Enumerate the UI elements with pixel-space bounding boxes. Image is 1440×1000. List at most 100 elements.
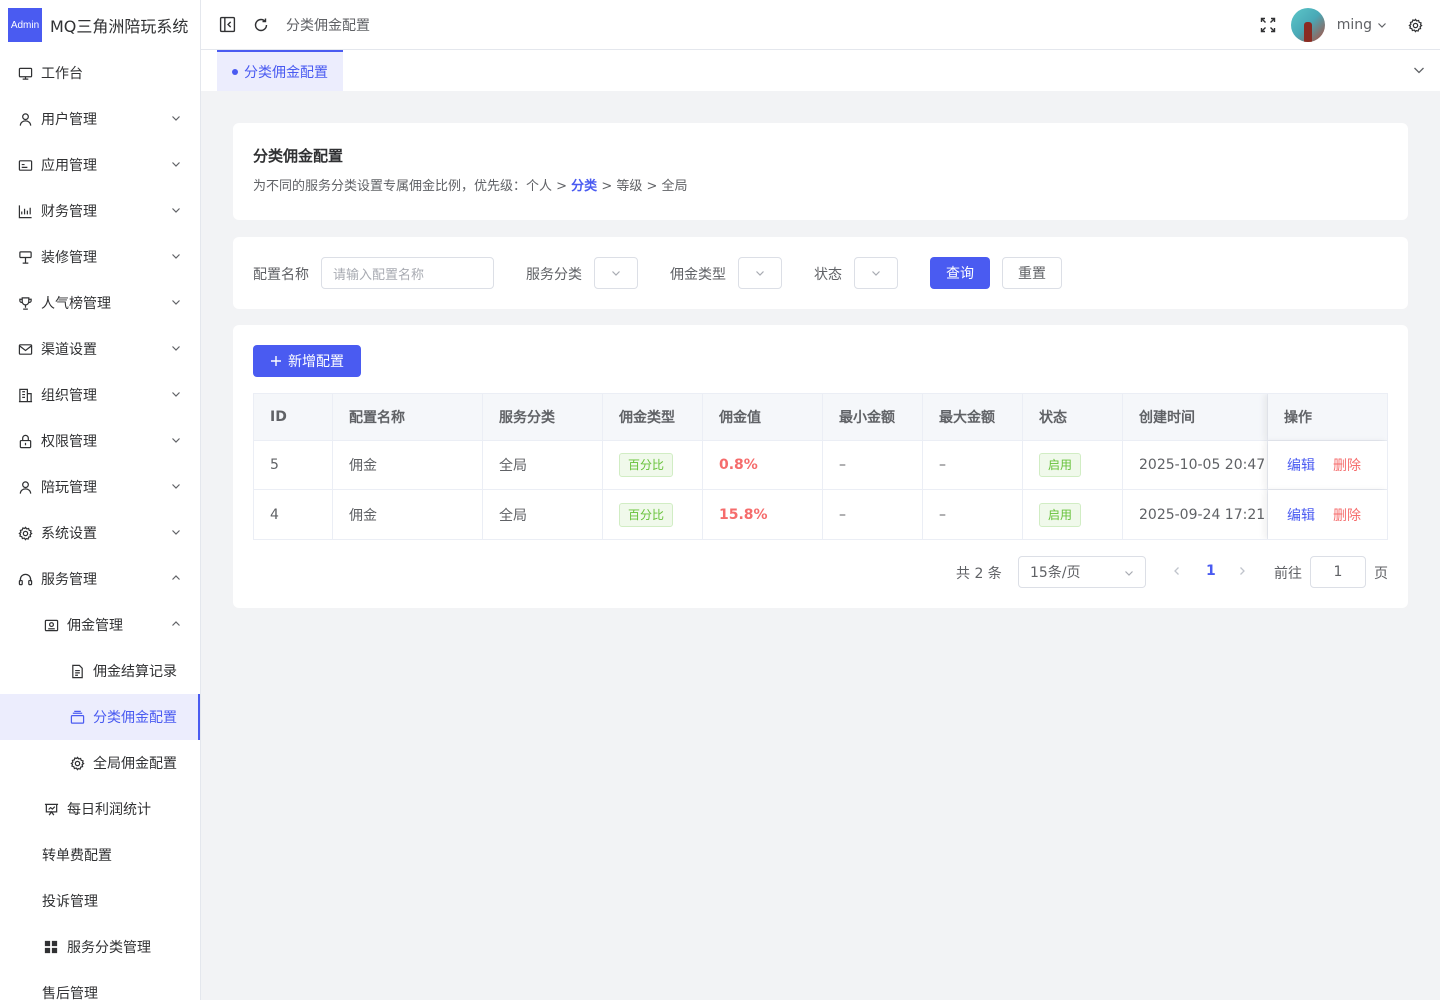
chevron-down-icon[interactable] <box>1412 63 1426 77</box>
sidebar-item-after-sales[interactable]: 售后管理 <box>0 970 200 1000</box>
goto-label: 前往 <box>1274 566 1302 582</box>
current-page[interactable]: 1 <box>1206 563 1216 579</box>
page-size-select[interactable]: 15条/页 <box>1018 556 1146 588</box>
sidebar-item-label: 权限管理 <box>41 434 97 450</box>
sidebar-item-decoration[interactable]: 装修管理 <box>0 234 200 280</box>
logo-badge: Admin <box>8 8 42 42</box>
app-icon <box>17 157 33 173</box>
prev-page-icon[interactable] <box>1172 566 1182 576</box>
header-actions: ming <box>1259 0 1440 50</box>
wallet-icon <box>43 617 59 633</box>
sidebar-item-transfer-fee[interactable]: 转单费配置 <box>0 832 200 878</box>
cell-type: 百分比 <box>603 490 703 539</box>
chevron-down-icon <box>172 254 180 259</box>
col-header-type: 佣金类型 <box>603 394 703 440</box>
chevron-down-icon <box>1125 571 1133 576</box>
cell-value: 0.8% <box>703 441 823 489</box>
sidebar-item-commission[interactable]: 佣金管理 <box>0 602 200 648</box>
delete-link[interactable]: 删除 <box>1333 455 1361 475</box>
active-dot <box>232 68 238 75</box>
goto-page-input[interactable]: 1 <box>1310 556 1366 588</box>
decoration-icon <box>17 249 33 265</box>
monitor-icon <box>17 65 33 81</box>
desc-suffix: > 等级 > 全局 <box>597 179 688 194</box>
sidebar-item-permissions[interactable]: 权限管理 <box>0 418 200 464</box>
sidebar-item-service-categories[interactable]: 服务分类管理 <box>0 924 200 970</box>
sidebar-item-label: 售后管理 <box>42 986 98 1000</box>
sidebar-item-services[interactable]: 服务管理 <box>0 556 200 602</box>
cell-value: 15.8% <box>703 490 823 539</box>
user-menu[interactable]: ming <box>1337 17 1388 33</box>
sidebar-item-complaints[interactable]: 投诉管理 <box>0 878 200 924</box>
sidebar-item-settlement-records[interactable]: 佣金结算记录 <box>0 648 200 694</box>
edit-link[interactable]: 编辑 <box>1287 455 1315 475</box>
user-icon <box>17 111 33 127</box>
chevron-down-icon <box>172 300 180 305</box>
desc-highlight: 分类 <box>571 179 598 194</box>
sidebar-item-label: 转单费配置 <box>42 848 112 864</box>
cell-max: – <box>923 490 1023 539</box>
cell-status: 启用 <box>1023 441 1123 489</box>
table-row: 5 佣金 全局 百分比 0.8% – – 启用 2025-10-05 20:47… <box>254 441 1387 490</box>
sidebar-item-label: 每日利润统计 <box>67 802 151 818</box>
cell-created: 2025-10-05 20:47 <box>1123 441 1268 489</box>
col-header-max: 最大金额 <box>923 394 1023 440</box>
sidebar-item-label: 全局佣金配置 <box>93 756 177 772</box>
sidebar-item-finance[interactable]: 财务管理 <box>0 188 200 234</box>
add-config-label: 新增配置 <box>288 354 344 370</box>
type-filter-select[interactable] <box>738 257 782 289</box>
category-filter-select[interactable] <box>594 257 638 289</box>
fullscreen-icon[interactable] <box>1259 16 1277 34</box>
user-icon <box>17 479 33 495</box>
chevron-down-icon <box>756 271 764 276</box>
sidebar-item-label: 工作台 <box>41 66 83 82</box>
refresh-icon[interactable] <box>252 16 270 34</box>
sidebar-item-label: 陪玩管理 <box>41 480 97 496</box>
sidebar-item-global-commission[interactable]: 全局佣金配置 <box>0 740 200 786</box>
status-filter-select[interactable] <box>854 257 898 289</box>
gear-icon <box>69 755 85 771</box>
tabs-bar: 分类佣金配置 <box>201 50 1440 91</box>
sidebar-item-ranking[interactable]: 人气榜管理 <box>0 280 200 326</box>
pagination-total: 共 2 条 <box>956 566 1002 582</box>
chevron-down-icon <box>172 162 180 167</box>
cell-actions: 编辑 删除 <box>1268 441 1387 489</box>
commission-value: 0.8% <box>719 457 758 473</box>
sidebar-item-organization[interactable]: 组织管理 <box>0 372 200 418</box>
sidebar-item-label: 应用管理 <box>41 158 97 174</box>
sidebar-item-label: 财务管理 <box>41 204 97 220</box>
sidebar-item-system-settings[interactable]: 系统设置 <box>0 510 200 556</box>
reset-button[interactable]: 重置 <box>1002 257 1062 289</box>
edit-link[interactable]: 编辑 <box>1287 505 1315 525</box>
avatar[interactable] <box>1290 8 1325 42</box>
sidebar-item-apps[interactable]: 应用管理 <box>0 142 200 188</box>
sidebar-item-users[interactable]: 用户管理 <box>0 96 200 142</box>
sidebar-item-companions[interactable]: 陪玩管理 <box>0 464 200 510</box>
name-filter-input[interactable]: 请输入配置名称 <box>321 257 494 289</box>
chart-icon <box>17 203 33 219</box>
presentation-icon <box>43 801 59 817</box>
next-page-icon[interactable] <box>1237 566 1247 576</box>
mail-icon <box>17 341 33 357</box>
sidebar-item-category-commission[interactable]: 分类佣金配置 <box>0 694 200 740</box>
cell-name: 佣金 <box>333 441 483 489</box>
table-header: ID 配置名称 服务分类 佣金类型 佣金值 最小金额 最大金额 状态 创建时间 … <box>254 394 1387 441</box>
add-config-button[interactable]: 新增配置 <box>253 345 361 377</box>
sidebar-item-channels[interactable]: 渠道设置 <box>0 326 200 372</box>
breadcrumb[interactable]: 分类佣金配置 <box>286 15 370 35</box>
collapse-sidebar-icon[interactable] <box>218 16 236 34</box>
sidebar-item-label: 佣金管理 <box>67 618 123 634</box>
intro-card: 分类佣金配置 为不同的服务分类设置专属佣金比例，优先级：个人 > 分类 > 等级… <box>233 123 1408 220</box>
desc-prefix: 为不同的服务分类设置专属佣金比例，优先级：个人 > <box>253 179 572 194</box>
cell-min: – <box>823 441 923 489</box>
tab-category-commission[interactable]: 分类佣金配置 <box>217 50 343 91</box>
sidebar-item-daily-profit[interactable]: 每日利润统计 <box>0 786 200 832</box>
page-size-value: 15条/页 <box>1030 565 1081 581</box>
settings-gear-icon[interactable] <box>1406 16 1424 34</box>
sidebar-item-workbench[interactable]: 工作台 <box>0 50 200 96</box>
search-button[interactable]: 查询 <box>930 257 990 289</box>
logo[interactable]: Admin MQ三角洲陪玩系统 <box>0 0 200 50</box>
delete-link[interactable]: 删除 <box>1333 505 1361 525</box>
status-badge: 启用 <box>1039 453 1082 477</box>
col-header-actions: 操作 <box>1268 394 1387 440</box>
